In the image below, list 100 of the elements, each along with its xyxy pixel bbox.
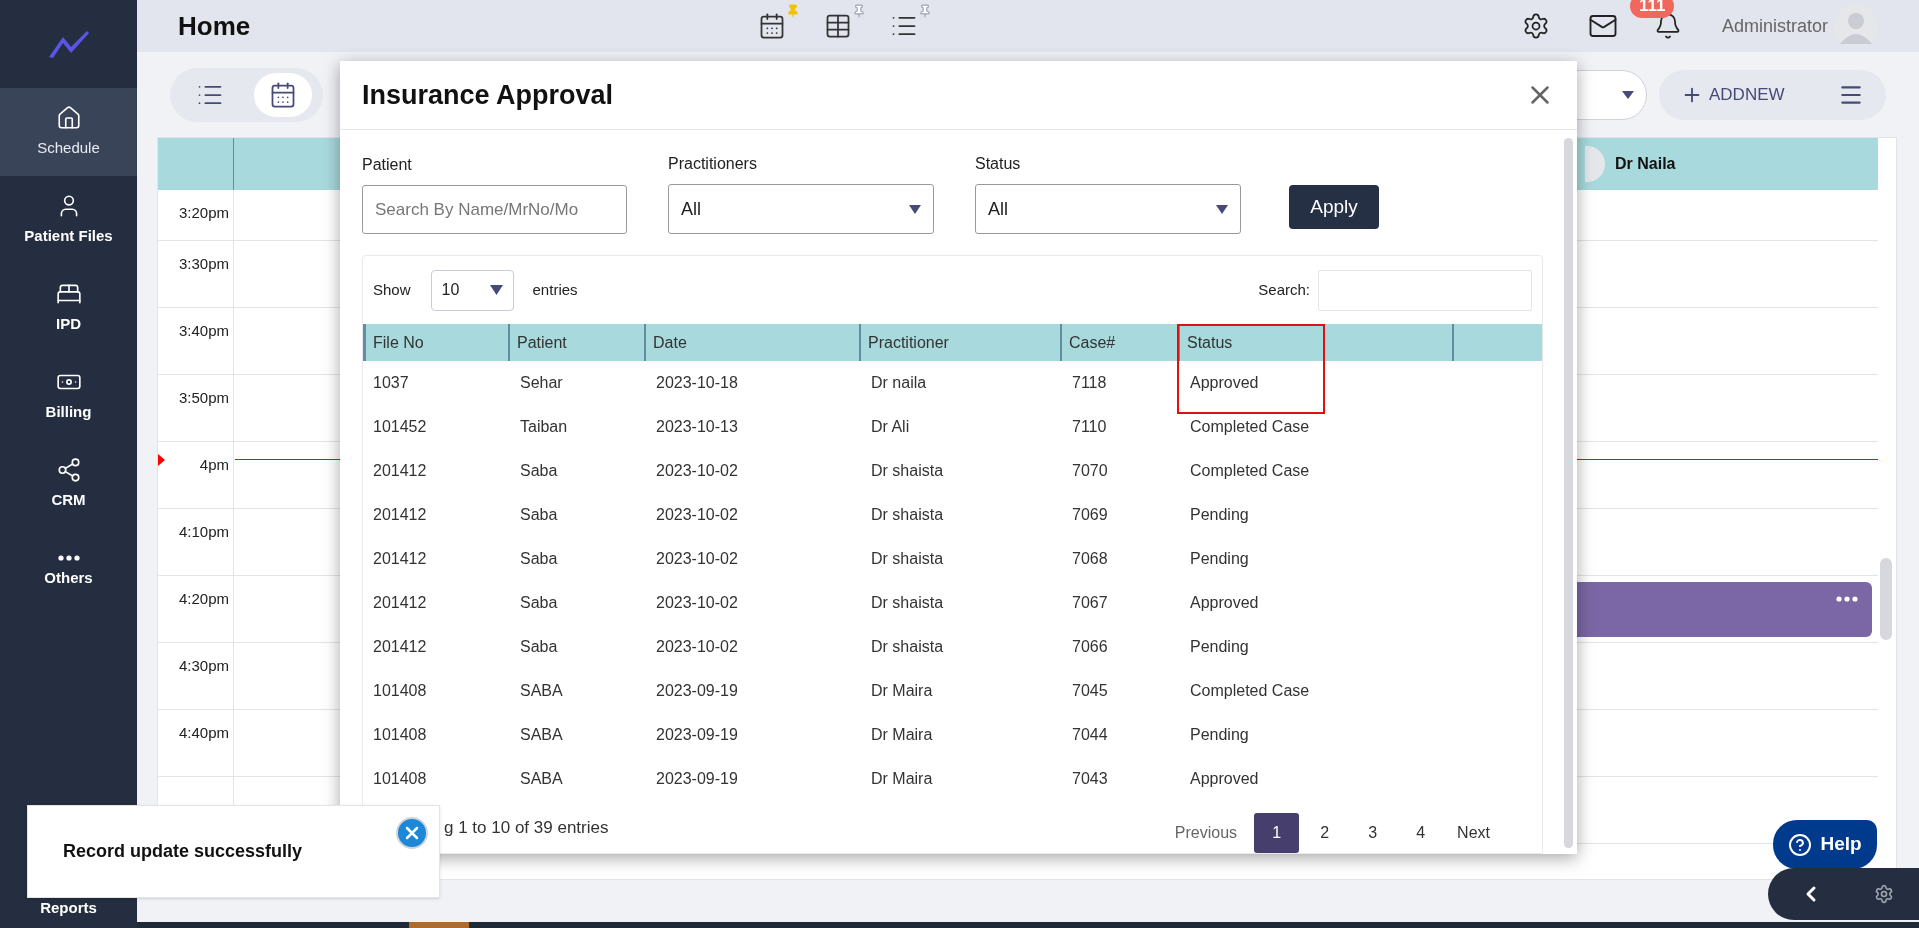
sidebar-item[interactable]: Billing (0, 352, 137, 440)
column-header[interactable]: Case# (1062, 324, 1180, 361)
home-icon (55, 104, 82, 131)
page-button[interactable]: 2 (1302, 813, 1348, 853)
settings-icon[interactable] (1873, 884, 1894, 904)
table-cell: 7043 (1072, 770, 1108, 787)
table-cell: Dr shaista (871, 550, 944, 567)
apply-button[interactable]: Apply (1289, 185, 1379, 229)
sidebar-item[interactable]: Patient Files (0, 176, 137, 264)
sidebar-item[interactable]: IPD (0, 264, 137, 352)
table-cell: Approved (1190, 594, 1259, 611)
more-icon (57, 554, 80, 561)
table-cell: Approved (1190, 374, 1259, 391)
column-header: Dr Naila (1615, 154, 1676, 174)
table-cell: Taiban (520, 418, 568, 435)
time-label: 4:30pm (178, 656, 229, 676)
table-cell: Completed Case (1190, 418, 1310, 435)
column-header[interactable]: Practitioner (861, 324, 1062, 361)
table-cell: 7067 (1072, 594, 1108, 611)
table-cell: Dr Maira (871, 726, 933, 743)
column-header[interactable]: Date (646, 324, 861, 361)
help-button[interactable]: Help (1773, 820, 1877, 869)
time-label: 3:30pm (178, 254, 229, 274)
table-cell: Saba (520, 638, 558, 655)
table-cell: 101408 (373, 726, 427, 743)
table-cell: Dr Maira (871, 770, 933, 787)
table-cell: 101452 (373, 418, 427, 435)
show-label: Show (373, 279, 411, 300)
table-cell: Sehar (520, 374, 563, 391)
sidebar-label: Patient Files (24, 225, 113, 246)
sidebar-item[interactable]: CRM (0, 440, 137, 528)
modal-title: Insurance Approval (362, 78, 614, 112)
table-cell: 2023-10-02 (656, 594, 738, 611)
table-cell: 101408 (373, 682, 427, 699)
page-button[interactable]: 4 (1398, 813, 1444, 853)
time-label: 4:20pm (178, 589, 229, 609)
scrollbar-thumb[interactable] (1880, 558, 1892, 640)
more-icon[interactable] (1836, 596, 1858, 602)
avatar (1585, 145, 1605, 183)
table-cell: Dr shaista (871, 462, 944, 479)
patient-search-field[interactable]: Search By Name/MrNo/Mo (362, 185, 627, 234)
time-label: 3:40pm (178, 321, 229, 341)
sidebar-label[interactable]: Reports (40, 896, 97, 920)
select-field[interactable]: All (975, 184, 1241, 234)
table-cell: 2023-10-02 (656, 462, 738, 479)
sidebar-item[interactable]: Others (0, 528, 137, 616)
table-icon[interactable] (824, 12, 852, 40)
table-cell: 201412 (373, 550, 427, 567)
time-label: 3:50pm (178, 388, 229, 408)
sidebar-item[interactable]: Schedule (0, 88, 137, 176)
table-cell: 2023-10-18 (656, 374, 738, 391)
table-cell: Dr Maira (871, 682, 933, 699)
close-button[interactable] (396, 817, 428, 849)
caret-icon (909, 204, 921, 214)
page-title: Home (178, 9, 252, 43)
table-info: g 1 to 10 of 39 entries (444, 817, 609, 839)
user-name[interactable]: Administrator (1721, 12, 1828, 40)
now-marker-icon (158, 454, 165, 466)
table-search-field[interactable] (1318, 269, 1532, 311)
table-cell: Saba (520, 462, 558, 479)
next-button[interactable]: Next (1443, 813, 1504, 853)
table-cell: 7044 (1072, 726, 1108, 743)
table-cell: Dr Ali (871, 418, 910, 435)
toast-message: Record update successfully (63, 840, 303, 863)
page-button[interactable]: 3 (1350, 813, 1396, 853)
notification-badge: 111 (1629, 0, 1675, 18)
table-cell: Dr shaista (871, 506, 944, 523)
logo-icon (46, 29, 91, 59)
table-cell: Saba (520, 594, 558, 611)
time-label: 3:20pm (178, 203, 229, 223)
table-cell: Pending (1190, 506, 1249, 523)
calendar-icon[interactable] (758, 12, 786, 40)
table-cell: 2023-09-19 (656, 726, 738, 743)
previous-button[interactable]: Previous (1160, 813, 1252, 853)
table-cell: 201412 (373, 638, 427, 655)
column-header[interactable]: File No (366, 324, 510, 361)
search-label: Search: (1258, 279, 1310, 300)
table-cell: 7066 (1072, 638, 1108, 655)
table-cell: 7110 (1072, 418, 1107, 435)
caret-icon (489, 285, 503, 295)
table-cell: 2023-10-02 (656, 550, 738, 567)
table-cell: Dr naila (871, 374, 927, 391)
select-field[interactable]: All (668, 184, 934, 234)
table-cell: 2023-10-02 (656, 506, 738, 523)
table-cell: Dr shaista (871, 638, 944, 655)
sidebar-label: IPD (56, 313, 81, 334)
scrollbar-thumb[interactable] (1563, 138, 1573, 848)
time-label: 4:10pm (178, 522, 229, 542)
add-new-button[interactable]: ADDNEW (1681, 81, 1785, 108)
table-cell: Pending (1190, 550, 1249, 567)
column-header[interactable]: Patient (510, 324, 646, 361)
calendar-view-button[interactable] (253, 72, 312, 117)
table-cell: Pending (1190, 638, 1249, 655)
page-button[interactable]: 1 (1254, 813, 1300, 853)
table-cell: 7045 (1072, 682, 1108, 699)
page-size-select[interactable]: 10 (430, 269, 514, 311)
time-label: 4pm (199, 455, 229, 475)
filter-label: Practitioners (668, 154, 758, 174)
table-cell: 2023-09-19 (656, 770, 738, 787)
table-cell: 7068 (1072, 550, 1108, 567)
